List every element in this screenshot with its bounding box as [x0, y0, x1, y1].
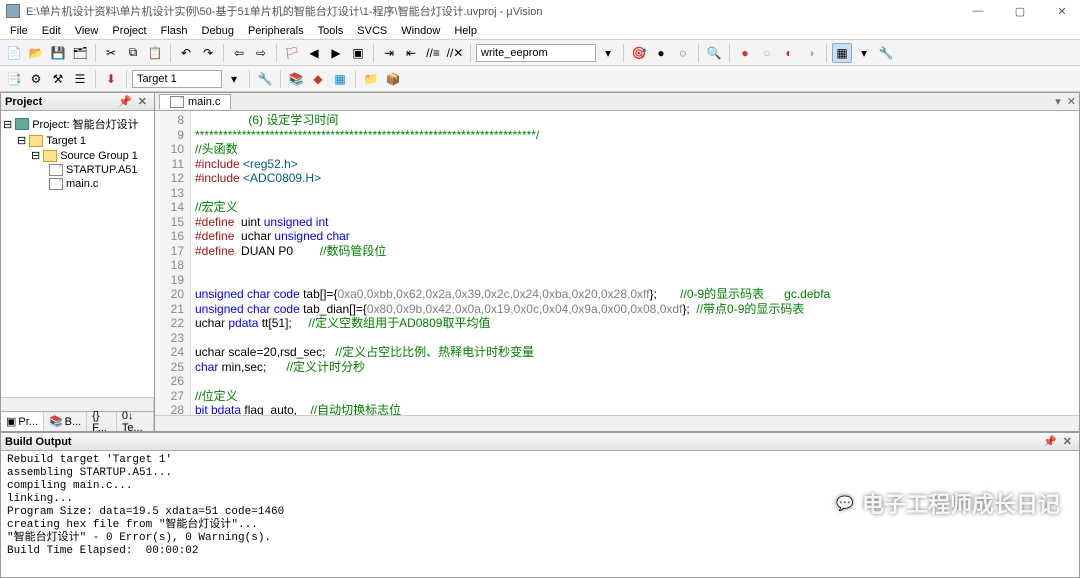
project-panel-title: Project — [5, 96, 42, 108]
manage-books-icon[interactable]: 📚 — [286, 69, 306, 89]
nav-fwd-icon[interactable]: ⇨ — [251, 43, 271, 63]
editor-tab-bar: main.c ▾ ✕ — [155, 93, 1079, 111]
window-titlebar: E:\单片机设计资料\单片机设计实例\50-基于51单片机的智能台灯设计\1-程… — [0, 0, 1080, 22]
tree-file-startup[interactable]: STARTUP.A51 — [3, 163, 152, 177]
menu-peripherals[interactable]: Peripherals — [242, 23, 310, 39]
file-icon — [170, 96, 184, 108]
menu-window[interactable]: Window — [395, 23, 446, 39]
menu-flash[interactable]: Flash — [155, 23, 194, 39]
menu-file[interactable]: File — [4, 23, 34, 39]
build-icon[interactable]: ⚙ — [26, 69, 46, 89]
bookmark-clear-icon[interactable]: ▣ — [348, 43, 368, 63]
project-panel-header: Project 📌 ✕ — [1, 93, 154, 111]
find-dropdown-icon[interactable]: ▾ — [598, 43, 618, 63]
uncomment-icon[interactable]: //✕ — [445, 43, 465, 63]
target-select[interactable] — [132, 70, 222, 88]
save-all-icon[interactable]: 🗂 — [70, 43, 90, 63]
output-pin-icon[interactable]: 📌 — [1040, 435, 1060, 448]
new-file-icon[interactable]: 📄 — [4, 43, 24, 63]
tree-source-group[interactable]: ⊟Source Group 1 — [3, 148, 152, 163]
configure-icon[interactable]: 🔧 — [876, 43, 896, 63]
menu-tools[interactable]: Tools — [312, 23, 350, 39]
project-tab-project[interactable]: ▣ Pr... — [1, 412, 44, 431]
find-input[interactable] — [476, 44, 596, 62]
project-tree[interactable]: ⊟Project: 智能台灯设计 ⊟Target 1 ⊟Source Group… — [1, 111, 154, 397]
breakpoint-kill-icon[interactable]: ◐ — [779, 43, 799, 63]
download-icon[interactable]: ⬇ — [101, 69, 121, 89]
menu-view[interactable]: View — [69, 23, 105, 39]
debug-go-icon[interactable]: 🎯 — [629, 43, 649, 63]
watermark: 💬 电子工程师成长日记 — [834, 487, 1060, 519]
rebuild-icon[interactable]: ⚒ — [48, 69, 68, 89]
save-icon[interactable]: 💾 — [48, 43, 68, 63]
editor-tab-mainc[interactable]: main.c — [159, 94, 231, 109]
undo-icon[interactable]: ↶ — [176, 43, 196, 63]
menu-svcs[interactable]: SVCS — [351, 23, 393, 39]
menu-help[interactable]: Help — [448, 23, 483, 39]
project-tab-templates[interactable]: 0↓ Te... — [117, 412, 154, 431]
build-output-title: Build Output — [5, 436, 72, 448]
manage-components-icon[interactable]: ◆ — [308, 69, 328, 89]
watermark-text: 电子工程师成长日记 — [862, 487, 1060, 519]
maximize-button[interactable]: ▢ — [1008, 1, 1032, 21]
code-text[interactable]: (6) 设定学习时间******************************… — [191, 111, 1079, 415]
debug-start-icon[interactable]: 🔍 — [704, 43, 724, 63]
tree-project-root[interactable]: ⊟Project: 智能台灯设计 — [3, 115, 152, 133]
redo-icon[interactable]: ↷ — [198, 43, 218, 63]
menu-project[interactable]: Project — [106, 23, 152, 39]
copy-icon[interactable]: ⧉ — [123, 43, 143, 63]
code-editor[interactable]: 8910111213141516171819202122232425262728… — [155, 111, 1079, 415]
nav-back-icon[interactable]: ⇦ — [229, 43, 249, 63]
translate-icon[interactable]: 📑 — [4, 69, 24, 89]
indent-icon[interactable]: ⇥ — [379, 43, 399, 63]
window-dropdown-icon[interactable]: ▾ — [854, 43, 874, 63]
editor-hscroll[interactable] — [155, 415, 1079, 431]
batch-build-icon[interactable]: ☰ — [70, 69, 90, 89]
breakpoint-disable-icon[interactable]: ○ — [757, 43, 777, 63]
build-output-header: Build Output 📌 ✕ — [1, 433, 1079, 451]
bookmark-prev-icon[interactable]: ◀ — [304, 43, 324, 63]
project-panel: Project 📌 ✕ ⊟Project: 智能台灯设计 ⊟Target 1 ⊟… — [0, 92, 155, 432]
outdent-icon[interactable]: ⇤ — [401, 43, 421, 63]
window-title: E:\单片机设计资料\单片机设计实例\50-基于51单片机的智能台灯设计\1-程… — [26, 3, 542, 19]
project-panel-tabs: ▣ Pr... 📚B... {} F... 0↓ Te... — [1, 411, 154, 431]
kill-breakpoint-icon[interactable]: ◌ — [673, 43, 693, 63]
insert-breakpoint-icon[interactable]: ● — [651, 43, 671, 63]
panel-close-icon[interactable]: ✕ — [135, 95, 150, 108]
tree-file-mainc[interactable]: main.c — [3, 177, 152, 191]
breakpoint-enable-icon[interactable]: ● — [735, 43, 755, 63]
line-gutter: 8910111213141516171819202122232425262728… — [155, 111, 191, 415]
app-icon — [6, 4, 20, 18]
tree-target[interactable]: ⊟Target 1 — [3, 133, 152, 148]
target-dropdown-icon[interactable]: ▾ — [224, 69, 244, 89]
menu-debug[interactable]: Debug — [196, 23, 240, 39]
panel-pin-icon[interactable]: 📌 — [115, 95, 135, 108]
wechat-icon: 💬 — [834, 492, 856, 514]
editor-dropdown-icon[interactable]: ▾ — [1052, 95, 1064, 108]
editor-panel: main.c ▾ ✕ 89101112131415161718192021222… — [155, 92, 1080, 432]
bookmark-icon[interactable]: 🏳 — [282, 43, 302, 63]
options-icon[interactable]: 🔧 — [255, 69, 275, 89]
editor-tab-label: main.c — [188, 96, 220, 108]
open-file-icon[interactable]: 📂 — [26, 43, 46, 63]
paste-icon[interactable]: 📋 — [145, 43, 165, 63]
project-tab-books[interactable]: 📚B... — [44, 412, 87, 431]
editor-close-icon[interactable]: ✕ — [1064, 95, 1079, 108]
file-extensions-icon[interactable]: 📁 — [361, 69, 381, 89]
toolbar-main: 📄 📂 💾 🗂 ✂ ⧉ 📋 ↶ ↷ ⇦ ⇨ 🏳 ◀ ▶ ▣ ⇥ ⇤ //≡ //… — [0, 40, 1080, 66]
bookmark-next-icon[interactable]: ▶ — [326, 43, 346, 63]
cut-icon[interactable]: ✂ — [101, 43, 121, 63]
menu-edit[interactable]: Edit — [36, 23, 67, 39]
project-tab-functions[interactable]: {} F... — [87, 412, 117, 431]
toolbar-build: 📑 ⚙ ⚒ ☰ ⬇ ▾ 🔧 📚 ◆ ▦ 📁 📦 — [0, 66, 1080, 92]
close-button[interactable]: ✕ — [1050, 1, 1074, 21]
output-close-icon[interactable]: ✕ — [1060, 435, 1075, 448]
menu-bar: FileEditViewProjectFlashDebugPeripherals… — [0, 22, 1080, 40]
pack-installer-icon[interactable]: 📦 — [383, 69, 403, 89]
comment-icon[interactable]: //≡ — [423, 43, 443, 63]
window-tile-icon[interactable]: ▦ — [832, 43, 852, 63]
breakpoint-killall-icon[interactable]: ◑ — [801, 43, 821, 63]
minimize-button[interactable]: — — [966, 1, 990, 21]
manage-rtos-icon[interactable]: ▦ — [330, 69, 350, 89]
